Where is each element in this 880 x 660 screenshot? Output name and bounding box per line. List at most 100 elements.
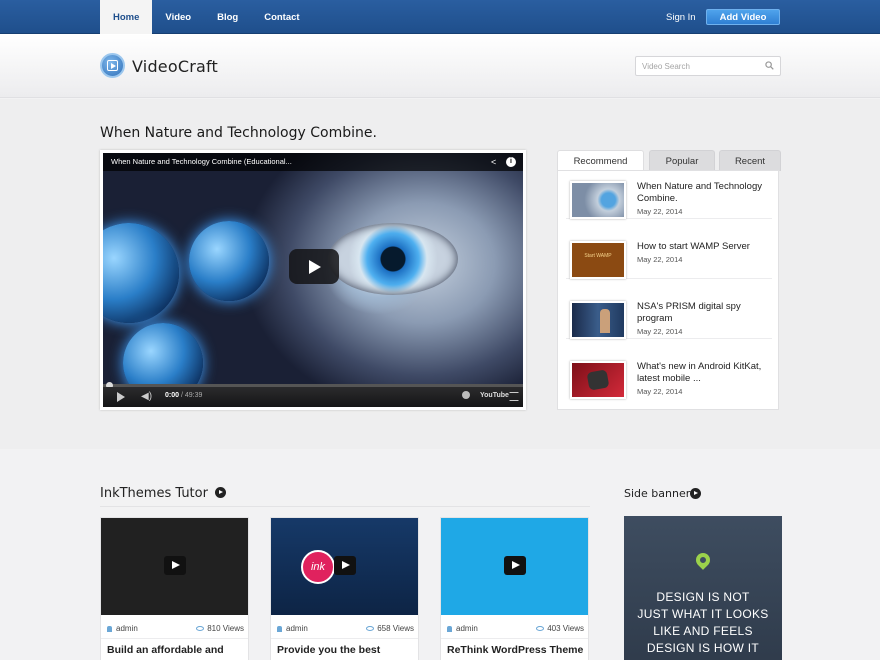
tab-popular[interactable]: Popular xyxy=(649,150,715,171)
user-icon xyxy=(447,626,452,632)
views-count: 403 Views xyxy=(547,624,584,633)
user-icon xyxy=(107,626,112,632)
arrow-right-icon[interactable] xyxy=(215,487,226,498)
inkthemes-logo: ink xyxy=(301,550,335,584)
list-item[interactable]: Start WAMP How to start WAMP Server May … xyxy=(566,231,772,279)
section-title: InkThemes Tutor xyxy=(100,486,208,501)
site-name[interactable]: VideoCraft xyxy=(132,57,218,76)
banner-line: LIKE AND FEELS xyxy=(653,624,753,638)
current-time: 0:00 xyxy=(165,392,180,399)
banner-line: JUST WHAT IT LOOKS xyxy=(637,607,769,621)
card-author[interactable]: admin xyxy=(277,624,308,633)
video-card[interactable]: admin 810 Views Build an affordable and … xyxy=(100,517,249,660)
featured-video-title: When Nature and Technology Combine. xyxy=(100,125,377,141)
list-item-title[interactable]: How to start WAMP Server xyxy=(637,241,773,253)
list-item[interactable]: NSA's PRISM digital spy program May 22, … xyxy=(566,291,772,339)
card-title[interactable]: ReThink WordPress Theme for Products Rev… xyxy=(447,642,587,660)
video-title[interactable]: When Nature and Technology Combine (Educ… xyxy=(111,157,292,166)
banner-text: DESIGN IS NOT JUST WHAT IT LOOKS LIKE AN… xyxy=(624,589,782,657)
nav-blog[interactable]: Blog xyxy=(204,0,251,34)
location-pin-icon xyxy=(693,550,713,570)
list-item[interactable]: What's new in Android KitKat, latest mob… xyxy=(566,351,772,399)
card-views: 810 Views xyxy=(196,624,244,633)
play-icon xyxy=(309,260,321,274)
list-item-date: May 22, 2014 xyxy=(637,207,683,216)
duration: 49:39 xyxy=(184,392,203,399)
card-views: 403 Views xyxy=(536,624,584,633)
card-divider xyxy=(101,638,248,639)
list-item-date: May 22, 2014 xyxy=(637,387,683,396)
logo-play-triangle xyxy=(111,63,116,69)
info-icon[interactable]: i xyxy=(506,157,516,167)
video-thumbnail[interactable] xyxy=(570,181,626,219)
eye-icon xyxy=(196,626,205,631)
nav-video[interactable]: Video xyxy=(152,0,204,34)
video-card[interactable]: ink admin 658 Views Provide you the best… xyxy=(270,517,419,660)
hero-section: When Nature and Technology Combine. When… xyxy=(0,99,880,449)
list-item-date: May 22, 2014 xyxy=(637,327,683,336)
arrow-right-icon[interactable] xyxy=(690,488,701,499)
video-player[interactable]: When Nature and Technology Combine (Educ… xyxy=(100,150,526,410)
list-item[interactable]: When Nature and Technology Combine. May … xyxy=(566,171,772,219)
play-icon[interactable] xyxy=(334,556,356,575)
views-count: 658 Views xyxy=(377,624,414,633)
video-thumbnail[interactable]: ink xyxy=(271,518,418,615)
play-icon[interactable] xyxy=(117,392,125,402)
video-thumbnail[interactable] xyxy=(441,518,588,615)
author-name: admin xyxy=(116,624,138,633)
player-controls: ◀) 0:00 / 49:39 YouTube xyxy=(103,387,523,407)
author-name: admin xyxy=(456,624,478,633)
time-display: 0:00 / 49:39 xyxy=(165,392,202,399)
play-square-icon[interactable] xyxy=(100,53,125,78)
list-item-title[interactable]: NSA's PRISM digital spy program xyxy=(637,301,773,325)
nav-contact[interactable]: Contact xyxy=(251,0,312,34)
card-views: 658 Views xyxy=(366,624,414,633)
eye-image xyxy=(328,223,458,295)
views-count: 810 Views xyxy=(207,624,244,633)
card-title[interactable]: Build an affordable and professional web… xyxy=(107,642,247,660)
video-thumbnail[interactable] xyxy=(570,361,626,399)
share-icon[interactable]: < xyxy=(491,157,501,167)
video-title-bar: When Nature and Technology Combine (Educ… xyxy=(103,153,523,171)
thumbnail-person xyxy=(600,309,610,333)
thumbnail-phone xyxy=(586,369,610,391)
volume-icon[interactable]: ◀) xyxy=(141,391,152,403)
settings-gear-icon[interactable] xyxy=(462,391,470,399)
big-play-button[interactable] xyxy=(289,249,339,284)
video-card[interactable]: admin 403 Views ReThink WordPress Theme … xyxy=(440,517,589,660)
tab-recommend[interactable]: Recommend xyxy=(557,150,644,171)
list-item-title[interactable]: What's new in Android KitKat, latest mob… xyxy=(637,361,773,385)
eye-icon xyxy=(366,626,375,631)
youtube-logo[interactable]: YouTube xyxy=(480,392,509,399)
banner-line: DESIGN IS NOT xyxy=(656,590,750,604)
list-item-title[interactable]: When Nature and Technology Combine. xyxy=(637,181,773,205)
sidebar-title: Side banner xyxy=(624,487,691,500)
play-icon[interactable] xyxy=(504,556,526,575)
list-item-date: May 22, 2014 xyxy=(637,255,683,264)
tab-recent[interactable]: Recent xyxy=(719,150,781,171)
section-divider xyxy=(100,506,590,507)
search-box xyxy=(635,56,781,76)
card-meta: admin 810 Views xyxy=(107,624,244,636)
card-divider xyxy=(441,638,588,639)
fullscreen-icon[interactable] xyxy=(509,392,519,401)
card-author[interactable]: admin xyxy=(447,624,478,633)
signin-link[interactable]: Sign In xyxy=(666,0,696,35)
top-navbar: Home Video Blog Contact Sign In Add Vide… xyxy=(0,0,880,34)
add-video-button[interactable]: Add Video xyxy=(706,9,780,25)
nav-home[interactable]: Home xyxy=(100,0,153,34)
tab-panel: When Nature and Technology Combine. May … xyxy=(557,170,779,410)
video-thumbnail[interactable] xyxy=(101,518,248,615)
globe-image xyxy=(103,223,179,323)
search-input[interactable] xyxy=(636,57,756,75)
banner-line: DESIGN IS HOW IT xyxy=(646,641,760,655)
card-divider xyxy=(271,638,418,639)
card-author[interactable]: admin xyxy=(107,624,138,633)
card-title[interactable]: Provide you the best WordPress Themes xyxy=(277,642,417,660)
video-thumbnail[interactable]: Start WAMP xyxy=(570,241,626,279)
video-thumbnail[interactable] xyxy=(570,301,626,339)
user-icon xyxy=(277,626,282,632)
play-icon[interactable] xyxy=(164,556,186,575)
side-banner[interactable]: DESIGN IS NOT JUST WHAT IT LOOKS LIKE AN… xyxy=(624,516,782,660)
search-icon[interactable] xyxy=(765,61,774,70)
